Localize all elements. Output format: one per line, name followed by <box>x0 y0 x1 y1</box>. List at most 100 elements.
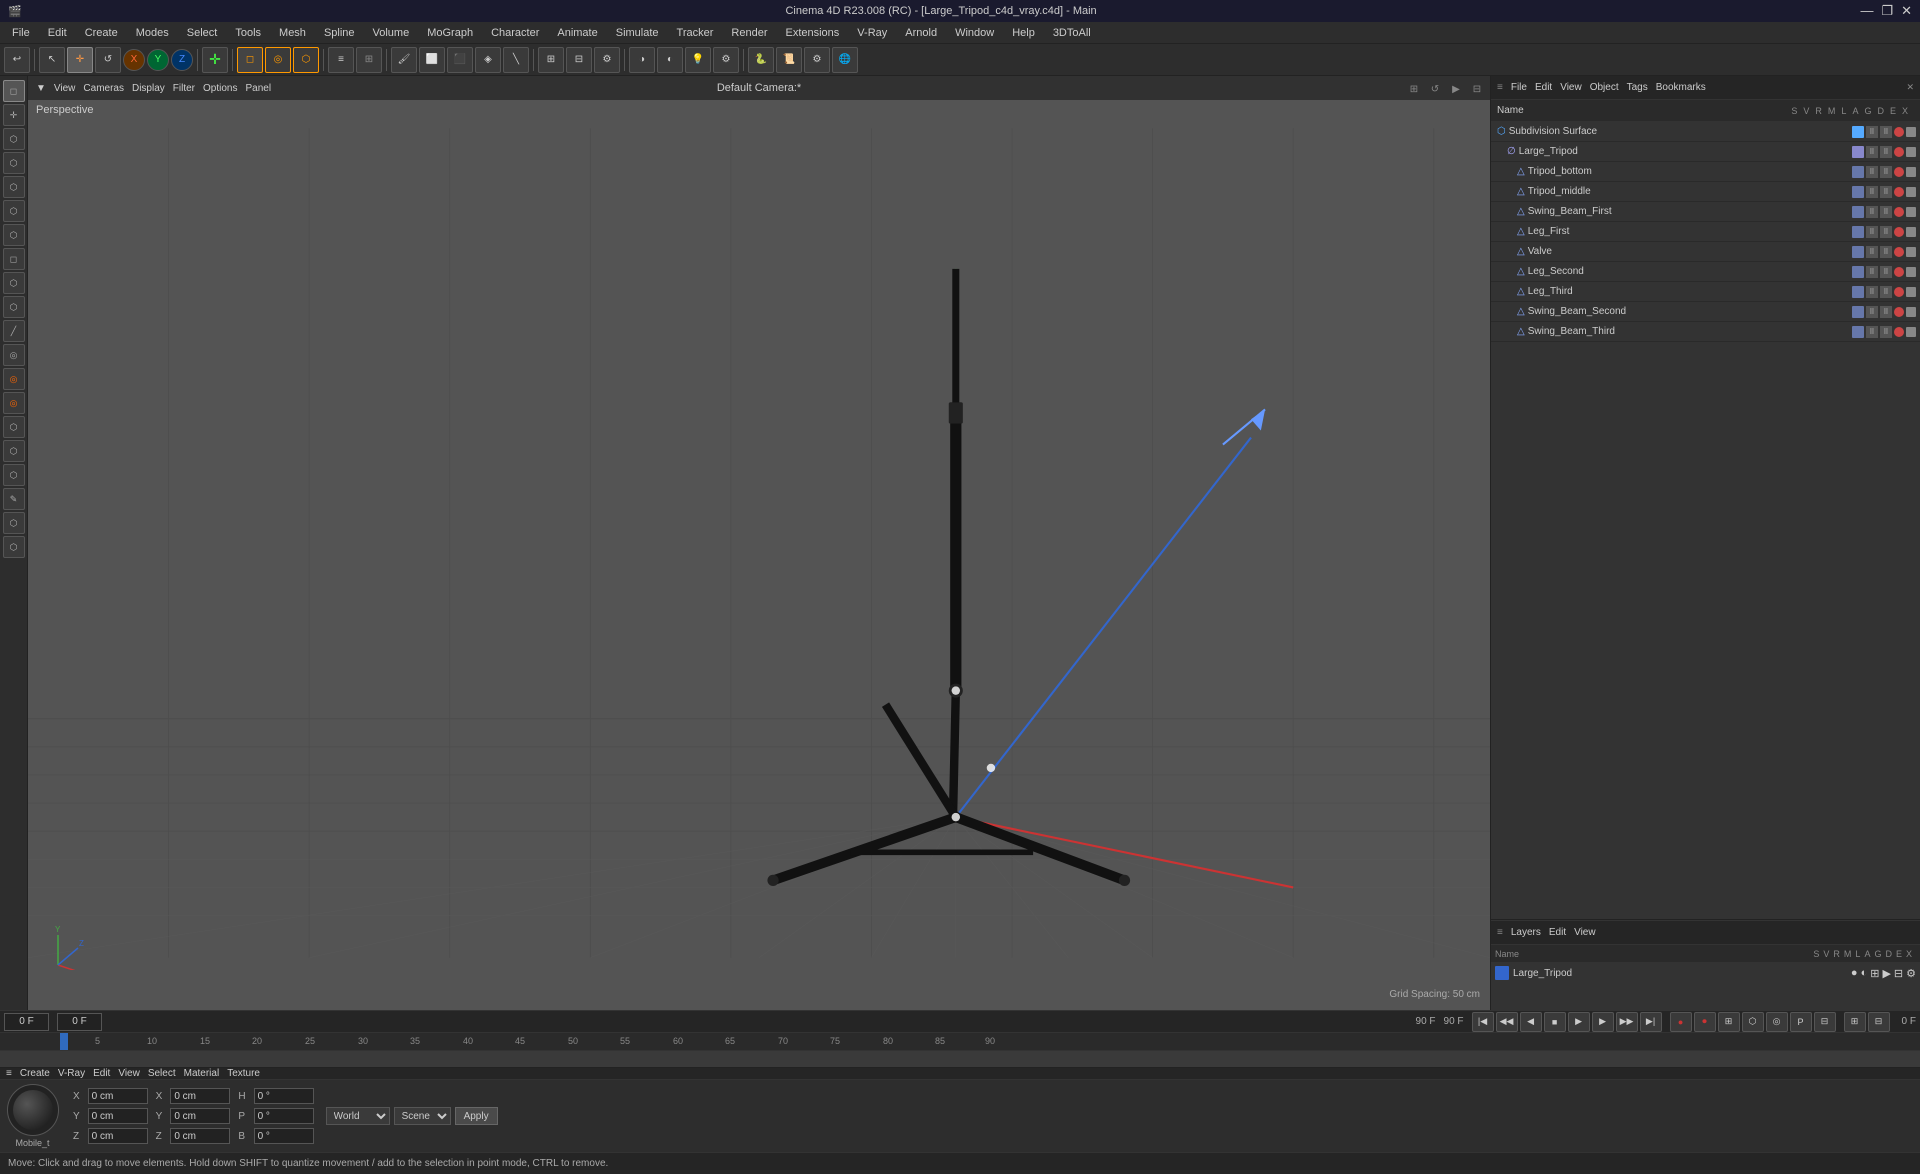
bottom-menu-create[interactable]: Create <box>20 1068 50 1079</box>
toolbar-select-rect[interactable]: ⬜ <box>419 47 445 73</box>
left-tool-pen[interactable]: ✎ <box>3 488 25 510</box>
viewport[interactable]: ▼ View Cameras Display Filter Options Pa… <box>28 76 1490 1010</box>
toolbar-knife[interactable]: ╲ <box>503 47 529 73</box>
viewport-filter-menu[interactable]: Filter <box>173 83 195 94</box>
left-tool-deform[interactable]: ◎ <box>3 368 25 390</box>
left-tool-circle[interactable]: ◎ <box>3 344 25 366</box>
rot-h-input[interactable] <box>254 1088 314 1104</box>
toolbar-obj-mode[interactable]: ↖ <box>39 47 65 73</box>
loop-btn[interactable]: ⬡ <box>1742 1012 1764 1032</box>
menu-render[interactable]: Render <box>723 25 775 41</box>
toolbar-globe[interactable]: 🌐 <box>832 47 858 73</box>
left-tool-snap[interactable]: ◻ <box>3 248 25 270</box>
om-menu-view[interactable]: View <box>1560 82 1582 93</box>
lm-menu-icon[interactable]: ≡ <box>1497 927 1503 938</box>
play-stop[interactable]: ■ <box>1544 1012 1566 1032</box>
subdiv-dots[interactable]: ⠿ <box>1866 126 1878 138</box>
om-close[interactable]: ✕ <box>1906 82 1914 93</box>
toolbar-measure[interactable]: ⚙ <box>594 47 620 73</box>
lm-row-large-tripod[interactable]: Large_Tripod ● ◐ ⊞ ▶ ⊟ ⚙ <box>1491 963 1920 983</box>
pos-x-input[interactable] <box>88 1088 148 1104</box>
auto-record-btn[interactable]: ⏺ <box>1694 1012 1716 1032</box>
left-tool-b[interactable]: ⬡ <box>3 536 25 558</box>
toolbar-shading-1[interactable]: ◑ <box>629 47 655 73</box>
menu-select[interactable]: Select <box>179 25 226 41</box>
playhead[interactable] <box>60 1033 68 1050</box>
om-row-valve[interactable]: △ Valve ⠿ ⠿ <box>1491 242 1920 262</box>
bottom-menu-edit[interactable]: Edit <box>93 1068 110 1079</box>
bottom-menu-material[interactable]: Material <box>184 1068 220 1079</box>
menu-simulate[interactable]: Simulate <box>608 25 667 41</box>
current-frame-input[interactable] <box>57 1013 102 1031</box>
rot-b-input[interactable] <box>254 1128 314 1144</box>
play-prevframe[interactable]: ◀ <box>1520 1012 1542 1032</box>
toolbar-paint[interactable]: 🖌 <box>391 47 417 73</box>
viewport-view-menu[interactable]: View <box>54 83 76 94</box>
menu-mesh[interactable]: Mesh <box>271 25 314 41</box>
size-z-input[interactable] <box>170 1128 230 1144</box>
left-tool-wire[interactable]: ⬡ <box>3 272 25 294</box>
lm-menu-view[interactable]: View <box>1574 927 1596 938</box>
motion-path-btn[interactable]: ◎ <box>1766 1012 1788 1032</box>
om-menu-bookmarks[interactable]: Bookmarks <box>1656 82 1706 93</box>
scene-select[interactable]: Scene <box>394 1107 451 1125</box>
left-tool-texture2[interactable]: ⬡ <box>3 440 25 462</box>
viewport-maximize[interactable]: ⊞ <box>1405 80 1423 98</box>
toolbar-z-axis[interactable]: Z <box>171 49 193 71</box>
menu-help[interactable]: Help <box>1004 25 1043 41</box>
bottom-menu-select[interactable]: Select <box>148 1068 176 1079</box>
left-tool-spline[interactable]: ⬡ <box>3 416 25 438</box>
om-row-tripod-middle[interactable]: △ Tripod_middle ⠿ ⠿ <box>1491 182 1920 202</box>
viewport-settings[interactable]: ⊟ <box>1468 80 1486 98</box>
viewport-refresh[interactable]: ↺ <box>1426 80 1444 98</box>
maximize-button[interactable]: ❐ <box>1881 3 1893 19</box>
om-row-large-tripod[interactable]: ∅ Large_Tripod ⠿ ⠿ <box>1491 142 1920 162</box>
tripod-dots[interactable]: ⠿ <box>1866 146 1878 158</box>
left-tool-polygon[interactable]: ⬡ <box>3 200 25 222</box>
minimize-button[interactable]: — <box>1860 3 1873 19</box>
bottom-menu-vray[interactable]: V-Ray <box>58 1068 85 1079</box>
bottom-menu-texture[interactable]: Texture <box>227 1068 260 1079</box>
close-button[interactable]: ✕ <box>1901 3 1912 19</box>
play-nextframe[interactable]: ▶ <box>1592 1012 1614 1032</box>
bottom-menu-icon[interactable]: ≡ <box>6 1068 12 1079</box>
menu-file[interactable]: File <box>4 25 38 41</box>
toolbar-undo[interactable]: ↩ <box>4 47 30 73</box>
toolbar-polygon[interactable]: ◻ <box>237 47 263 73</box>
om-row-swing-beam-third[interactable]: △ Swing_Beam_Third ⠿ ⠿ <box>1491 322 1920 342</box>
toolbar-rotate[interactable]: ↺ <box>95 47 121 73</box>
om-row-swing-beam-second[interactable]: △ Swing_Beam_Second ⠿ ⠿ <box>1491 302 1920 322</box>
left-tool-sculpt[interactable]: ⬡ <box>3 224 25 246</box>
menu-spline[interactable]: Spline <box>316 25 363 41</box>
playback-options2[interactable]: P <box>1790 1012 1812 1032</box>
menu-window[interactable]: Window <box>947 25 1002 41</box>
menu-tools[interactable]: Tools <box>227 25 269 41</box>
apply-button[interactable]: Apply <box>455 1107 498 1125</box>
toolbar-python[interactable]: 🐍 <box>748 47 774 73</box>
menu-character[interactable]: Character <box>483 25 547 41</box>
play-prev[interactable]: ◀◀ <box>1496 1012 1518 1032</box>
om-row-leg-third[interactable]: △ Leg_Third ⠿ ⠿ <box>1491 282 1920 302</box>
record-btn[interactable]: ● <box>1670 1012 1692 1032</box>
toolbar-select-live[interactable]: ⬛ <box>447 47 473 73</box>
pos-z-input[interactable] <box>88 1128 148 1144</box>
play-play[interactable]: ▶ <box>1568 1012 1590 1032</box>
om-row-leg-first[interactable]: △ Leg_First ⠿ ⠿ <box>1491 222 1920 242</box>
material-preview[interactable] <box>7 1084 59 1136</box>
menu-create[interactable]: Create <box>77 25 126 41</box>
left-tool-a[interactable]: ⬡ <box>3 512 25 534</box>
playback-options3[interactable]: ⊟ <box>1814 1012 1836 1032</box>
toolbar-settings[interactable]: ⚙ <box>804 47 830 73</box>
pos-y-input[interactable] <box>88 1108 148 1124</box>
left-tool-solid[interactable]: ⬡ <box>3 296 25 318</box>
menu-tracker[interactable]: Tracker <box>669 25 722 41</box>
left-tool-line[interactable]: ╱ <box>3 320 25 342</box>
menu-animate[interactable]: Animate <box>549 25 605 41</box>
toolbar-x-axis[interactable]: X <box>123 49 145 71</box>
toolbar-shading-4[interactable]: ⚙ <box>713 47 739 73</box>
menu-arnold[interactable]: Arnold <box>897 25 945 41</box>
left-tool-paint[interactable]: ⬡ <box>3 464 25 486</box>
left-tool-texture[interactable]: ⬡ <box>3 128 25 150</box>
toolbar-sphere[interactable]: ◎ <box>265 47 291 73</box>
toolbar-grid[interactable]: ⊞ <box>538 47 564 73</box>
